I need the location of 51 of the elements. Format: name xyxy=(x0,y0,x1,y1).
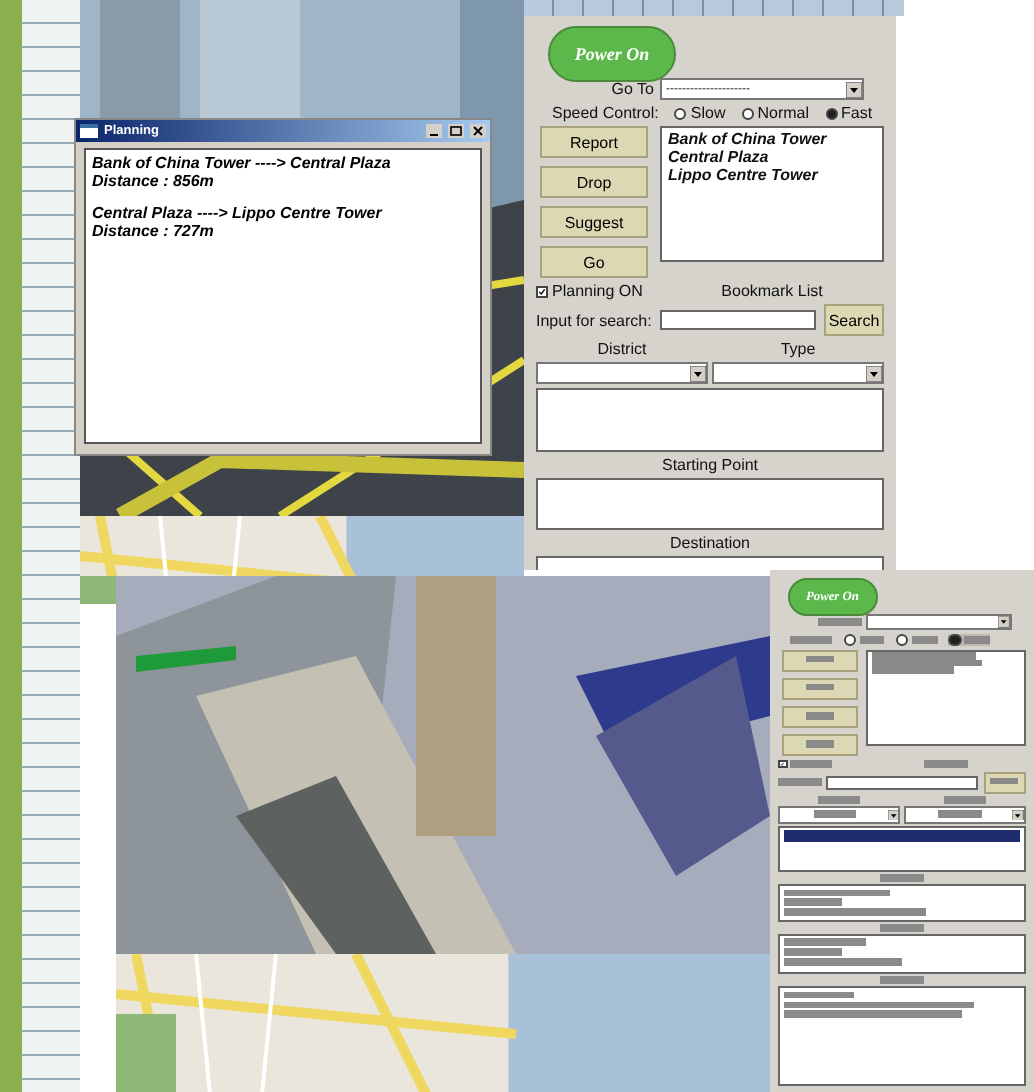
speed-radio[interactable]: Slow xyxy=(674,104,726,122)
bookmark-list[interactable] xyxy=(866,649,1026,746)
bookmark-item[interactable]: Lippo Centre Tower xyxy=(668,166,876,184)
distance-text: Distance : 856m xyxy=(92,172,216,190)
go-to-label: Go To xyxy=(611,80,654,98)
search-field[interactable] xyxy=(826,775,978,790)
selected-result-row[interactable] xyxy=(783,830,1021,843)
checkmark-icon xyxy=(538,287,546,295)
action-button[interactable]: Suggest xyxy=(540,206,648,238)
distance-text: Distance : 727m xyxy=(92,222,216,240)
type-dropdown[interactable] xyxy=(712,362,884,384)
search-button[interactable]: Search xyxy=(824,304,884,336)
action-button[interactable]: Drop xyxy=(540,166,648,198)
district-dropdown[interactable] xyxy=(778,806,901,824)
results-list[interactable] xyxy=(536,388,884,452)
close-button[interactable] xyxy=(470,124,486,138)
window-icon xyxy=(80,124,98,138)
action-button[interactable]: Report xyxy=(540,126,648,158)
maximize-button[interactable] xyxy=(448,124,464,138)
route-text: Central Plaza ----> Lippo Centre Tower xyxy=(92,204,385,222)
planning-checkbox[interactable]: Planning ON xyxy=(536,282,643,300)
dropdown-arrow-icon xyxy=(690,365,706,381)
route-text: Bank of China Tower ----> Central Plaza xyxy=(92,154,393,172)
dropdown-arrow-icon xyxy=(887,809,899,821)
speed-radio[interactable] xyxy=(843,633,885,647)
speed-radio[interactable]: Fast xyxy=(825,104,873,122)
speed-control-label: Speed Control: xyxy=(552,104,659,122)
dropdown-arrow-icon xyxy=(866,365,882,381)
minimize-button[interactable] xyxy=(426,124,442,138)
search-label: Input for search: xyxy=(536,311,652,329)
district-dropdown[interactable] xyxy=(536,362,708,384)
go-to-dropdown[interactable] xyxy=(865,614,1012,631)
speed-radio[interactable] xyxy=(948,633,990,647)
starting-point-label: Starting Point xyxy=(661,456,759,474)
district-label: District xyxy=(597,340,647,358)
search-field[interactable] xyxy=(659,310,816,330)
type-label: Type xyxy=(780,340,816,358)
bookmark-item[interactable]: Central Plaza xyxy=(668,148,876,166)
dropdown-arrow-icon xyxy=(998,616,1010,629)
speed-radio[interactable]: Normal xyxy=(741,104,809,122)
action-button[interactable]: Go xyxy=(540,246,648,278)
destination-label: Destination xyxy=(669,534,751,552)
bookmark-list-label: Bookmark List xyxy=(721,282,823,300)
bookmark-list[interactable]: Bank of China Tower Central Plaza Lippo Centre Tower xyxy=(660,126,884,262)
dropdown-arrow-icon xyxy=(846,81,862,97)
speed-radio[interactable] xyxy=(896,633,938,647)
type-dropdown[interactable] xyxy=(903,806,1026,824)
bookmark-item[interactable]: Bank of China Tower xyxy=(668,130,876,148)
results-list[interactable] xyxy=(778,826,1026,872)
dropdown-arrow-icon xyxy=(1012,809,1024,821)
planning-checkbox[interactable] xyxy=(778,759,833,769)
